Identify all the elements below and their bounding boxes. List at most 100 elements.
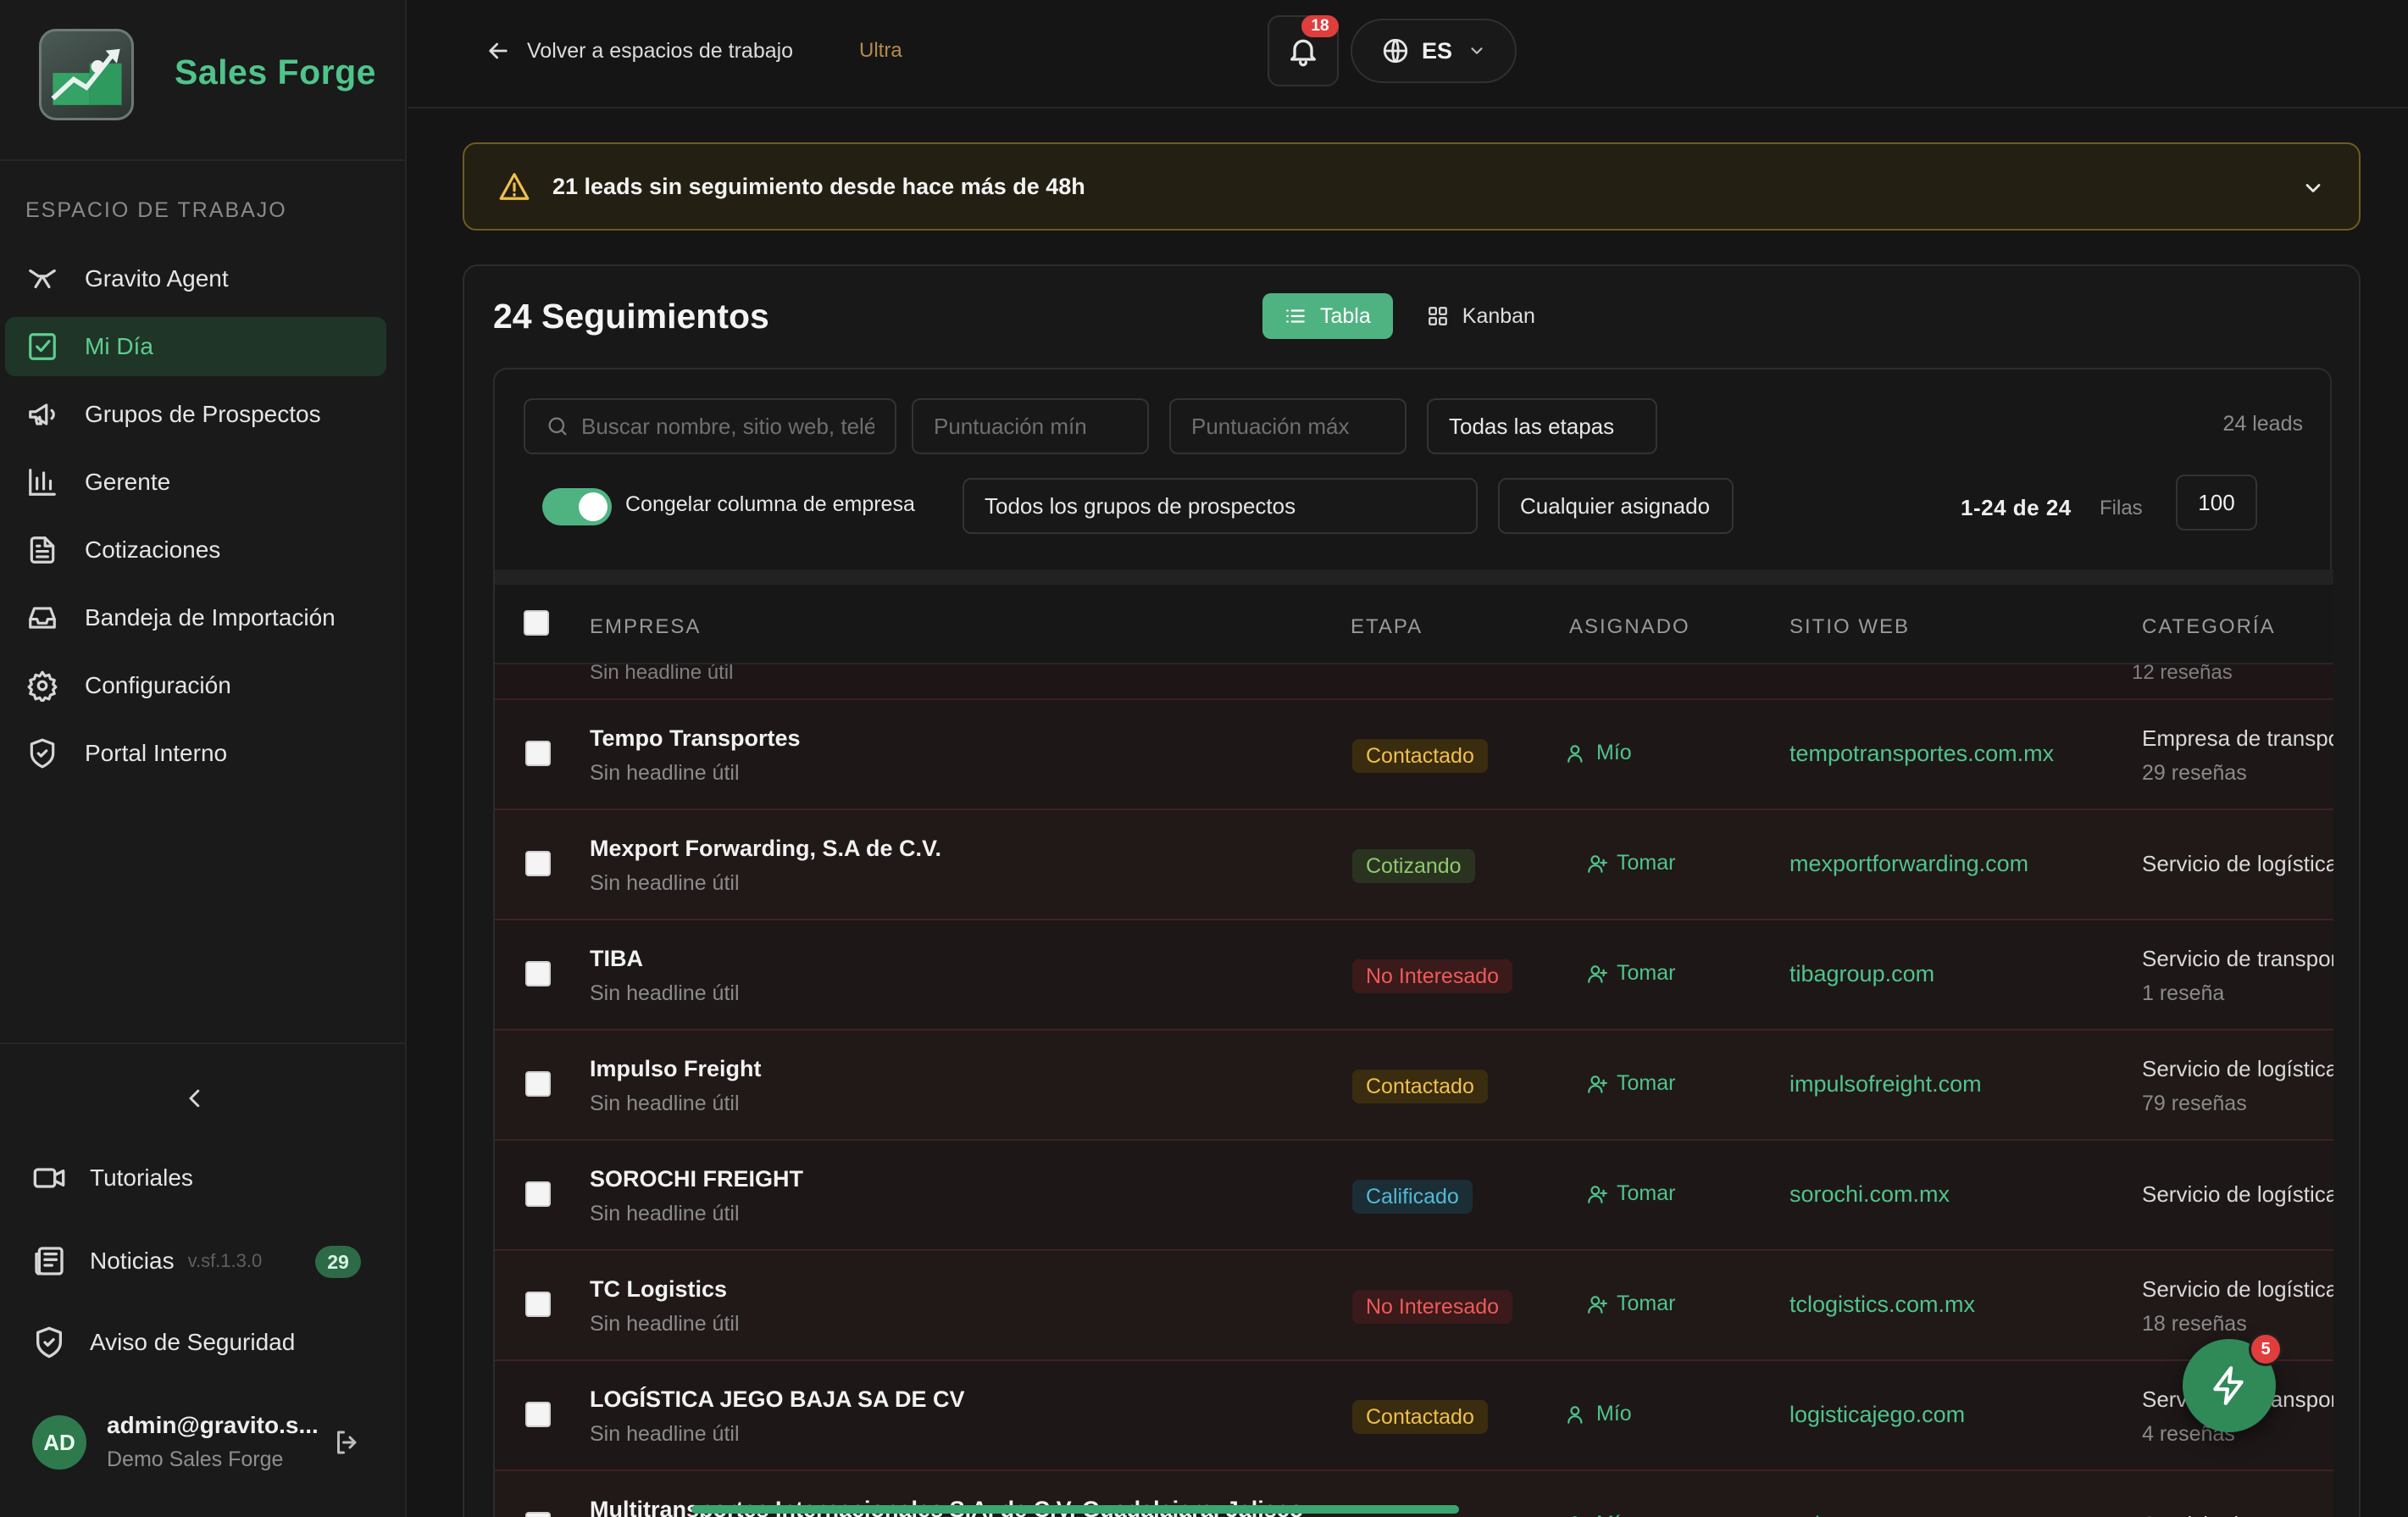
sidebar-item-mi-dia[interactable]: Mi Día — [5, 317, 386, 376]
assign-button[interactable]: Mío — [1566, 741, 1632, 765]
select-all-checkbox[interactable] — [524, 610, 549, 636]
sidebar-item-gravito-agent[interactable]: Gravito Agent — [5, 249, 386, 308]
category-text: Servicio de logística — [2142, 851, 2333, 876]
assign-button[interactable]: Mío — [1566, 1512, 1632, 1517]
stage-select[interactable]: Todas las etapas — [1427, 398, 1657, 454]
stage-badge[interactable]: No Interesado — [1352, 959, 1513, 993]
language-selector[interactable]: ES — [1351, 19, 1517, 83]
stage-badge[interactable]: Cotizando — [1352, 849, 1475, 883]
website-link[interactable]: logisticajego.com — [1789, 1402, 1965, 1428]
row-checkbox[interactable] — [525, 1402, 551, 1427]
assign-button[interactable]: Tomar — [1586, 961, 1675, 986]
table-row[interactable]: Impulso Freight Sin headline útil Contacta… — [495, 1031, 2333, 1141]
sidebar-item-configuracion[interactable]: Configuración — [5, 656, 386, 715]
prospect-groups-select[interactable]: Todos los grupos de prospectos — [963, 478, 1478, 534]
assign-button[interactable]: Mío — [1566, 1402, 1632, 1426]
company-name[interactable]: TIBA — [590, 946, 643, 972]
sidebar-item-cotizaciones[interactable]: Cotizaciones — [5, 520, 386, 580]
list-icon — [1286, 309, 1305, 323]
quick-actions-badge: 5 — [2249, 1332, 2283, 1366]
row-checkbox[interactable] — [525, 1292, 551, 1317]
avatar[interactable]: AD — [32, 1415, 86, 1470]
sidebar-item-label: Gerente — [85, 469, 171, 495]
company-name[interactable]: TC Logistics — [590, 1276, 727, 1303]
stage-badge[interactable]: Contactado — [1352, 1070, 1488, 1103]
row-checkbox[interactable] — [525, 1071, 551, 1097]
table-row-partial[interactable]: Sin headline útil 12 reseñas — [495, 661, 2333, 700]
collapse-sidebar-button[interactable] — [178, 1081, 212, 1115]
score-max-input[interactable]: Puntuación máx — [1169, 398, 1407, 454]
website-link[interactable]: tempotransportes.com.mx — [1789, 741, 2054, 767]
assign-label: Tomar — [1617, 961, 1676, 985]
company-name[interactable]: Impulso Freight — [590, 1056, 762, 1082]
logout-icon[interactable] — [332, 1427, 363, 1458]
chevron-left-icon — [189, 1089, 200, 1108]
score-min-input[interactable]: Puntuación mín — [912, 398, 1149, 454]
tab-label: Tabla — [1320, 303, 1371, 328]
website-link[interactable]: impulsofreight.com — [1789, 1071, 1982, 1097]
website-link[interactable]: tibagroup.com — [1789, 961, 1934, 987]
sidebar-item-grupos-de-prospectos[interactable]: Grupos de Prospectos — [5, 385, 386, 444]
sidebar-item-label: Portal Interno — [85, 740, 228, 766]
notifications-count-badge: 18 — [1301, 15, 1339, 37]
category-text: Servicio de logística — [2142, 1056, 2333, 1081]
row-checkbox[interactable] — [525, 961, 551, 986]
table-row[interactable]: SOROCHI FREIGHT Sin headline útil Califica… — [495, 1141, 2333, 1251]
website-link[interactable]: sorochi.com.mx — [1789, 1181, 1950, 1208]
website-link[interactable]: tclogistics.com.mx — [1789, 1292, 1975, 1318]
tab-kanban[interactable]: Kanban — [1405, 293, 1557, 339]
assignee-select[interactable]: Cualquier asignado — [1498, 478, 1734, 534]
search-input[interactable] — [581, 413, 874, 440]
row-checkbox[interactable] — [525, 851, 551, 876]
back-to-workspaces-link[interactable]: Volver a espacios de trabajo — [485, 34, 793, 68]
assign-button[interactable]: Tomar — [1586, 851, 1675, 875]
assign-button[interactable]: Tomar — [1586, 1292, 1675, 1316]
table-row[interactable]: TIBA Sin headline útil No Interesado Tomar t… — [495, 920, 2333, 1031]
sidebar-item-gerente[interactable]: Gerente — [5, 453, 386, 512]
pagination-range: 1-24 de 24 — [1961, 495, 2072, 520]
stage-badge[interactable]: Contactado — [1352, 1400, 1488, 1434]
column-header-etapa[interactable]: ETAPA — [1351, 615, 1423, 639]
column-header-sitio-web[interactable]: SITIO WEB — [1789, 615, 1910, 639]
table-row[interactable]: TC Logistics Sin headline útil No Interesa… — [495, 1251, 2333, 1361]
company-name[interactable]: SOROCHI FREIGHT — [590, 1166, 803, 1192]
sidebar-item-bandeja-de-importacion[interactable]: Bandeja de Importación — [5, 588, 386, 647]
assign-button[interactable]: Tomar — [1586, 1181, 1675, 1206]
news-link[interactable]: Noticias v.sf.1.3.0 — [31, 1236, 262, 1286]
tab-tabla[interactable]: Tabla — [1262, 293, 1393, 339]
user-email: admin@gravito.s... — [107, 1412, 319, 1438]
row-checkbox[interactable] — [525, 741, 551, 766]
table-row[interactable]: Tempo Transportes Sin headline útil Contac… — [495, 700, 2333, 810]
row-reviews: 12 reseñas — [2132, 661, 2233, 684]
company-name[interactable]: Mexport Forwarding, S.A de C.V. — [590, 836, 941, 862]
stage-badge[interactable]: Contactado — [1352, 739, 1488, 773]
assign-label: Tomar — [1617, 851, 1676, 875]
table-scroll-shadow — [495, 570, 2333, 585]
back-label: Volver a espacios de trabajo — [527, 38, 794, 63]
company-name[interactable]: LOGÍSTICA JEGO BAJA SA DE CV — [590, 1386, 965, 1413]
sidebar-divider — [0, 1042, 407, 1044]
brand-logo — [39, 29, 134, 120]
table-row[interactable]: LOGÍSTICA JEGO BAJA SA DE CV Sin headline… — [495, 1361, 2333, 1471]
column-header-categoria[interactable]: CATEGORÍA — [2142, 615, 2276, 639]
table-row[interactable]: Mexport Forwarding, S.A de C.V. Sin headl… — [495, 810, 2333, 920]
column-header-empresa[interactable]: EMPRESA — [590, 615, 701, 639]
reviews-count: 29 reseñas — [2142, 761, 2247, 785]
horizontal-scrollbar[interactable] — [691, 1505, 1459, 1514]
search-field[interactable] — [524, 398, 896, 454]
column-header-asignado[interactable]: ASIGNADO — [1569, 615, 1690, 639]
rows-per-page-input[interactable]: 100 — [2176, 475, 2257, 531]
company-name[interactable]: Tempo Transportes — [590, 725, 801, 752]
assign-button[interactable]: Tomar — [1586, 1071, 1675, 1096]
row-checkbox[interactable] — [525, 1181, 551, 1207]
tutorials-link[interactable]: Tutoriales — [31, 1153, 193, 1203]
security-notice-link[interactable]: Aviso de Seguridad — [31, 1317, 295, 1368]
row-checkbox[interactable] — [525, 1512, 551, 1517]
stage-badge[interactable]: No Interesado — [1352, 1290, 1513, 1324]
sidebar-item-portal-interno[interactable]: Portal Interno — [5, 724, 386, 783]
website-link[interactable]: mtinter.com.mx — [1789, 1512, 1945, 1517]
website-link[interactable]: mexportforwarding.com — [1789, 851, 2028, 877]
follow-up-alert[interactable]: 21 leads sin seguimiento desde hace más … — [463, 142, 2361, 231]
stage-badge[interactable]: Calificado — [1352, 1180, 1473, 1214]
freeze-column-toggle[interactable] — [542, 488, 612, 525]
